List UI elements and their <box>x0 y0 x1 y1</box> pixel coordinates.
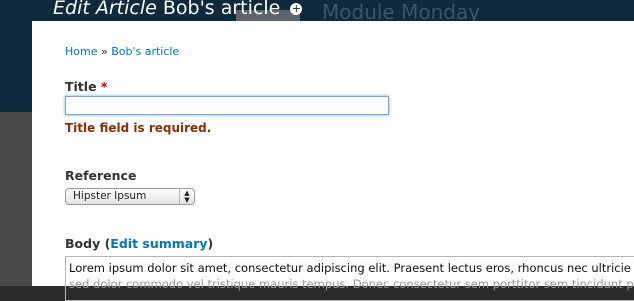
reference-selected-value: Hipster Ipsum <box>73 190 147 202</box>
title-input[interactable] <box>65 96 389 115</box>
title-label: Title * <box>65 79 107 94</box>
body-label-text: Body <box>65 236 101 251</box>
overlay-content: Home » Bob's article Title * Title field… <box>32 21 634 301</box>
page-title-action: Edit Article <box>53 0 157 19</box>
body-textarea[interactable]: Lorem ipsum dolor sit amet, consectetur … <box>65 256 634 301</box>
reference-select[interactable]: Hipster Ipsum ▲ ▼ <box>65 188 195 205</box>
body-label: Body (Edit summary) <box>65 236 213 251</box>
page-title: Edit Article Bob's article + <box>53 0 303 21</box>
plus-circle-icon[interactable]: + <box>290 3 303 15</box>
breadcrumb: Home » Bob's article <box>65 45 179 58</box>
title-error-message: Title field is required. <box>65 121 212 135</box>
body-text-line-1: Lorem ipsum dolor sit amet, consectetur … <box>69 261 631 275</box>
body-paren-close: ) <box>207 236 214 251</box>
breadcrumb-separator: » <box>100 45 108 58</box>
required-marker: * <box>100 79 108 94</box>
breadcrumb-current-link[interactable]: Bob's article <box>111 45 179 58</box>
page-title-node: Bob's article <box>162 0 281 19</box>
breadcrumb-home-link[interactable]: Home <box>65 45 97 58</box>
body-text-line-2: sed dolor commodo vel tristique mauris t… <box>69 277 634 291</box>
select-arrows-icon: ▲ ▼ <box>179 189 194 205</box>
edit-summary-link[interactable]: Edit summary <box>110 236 207 251</box>
reference-label: Reference <box>65 168 137 183</box>
title-label-text: Title <box>65 79 97 94</box>
